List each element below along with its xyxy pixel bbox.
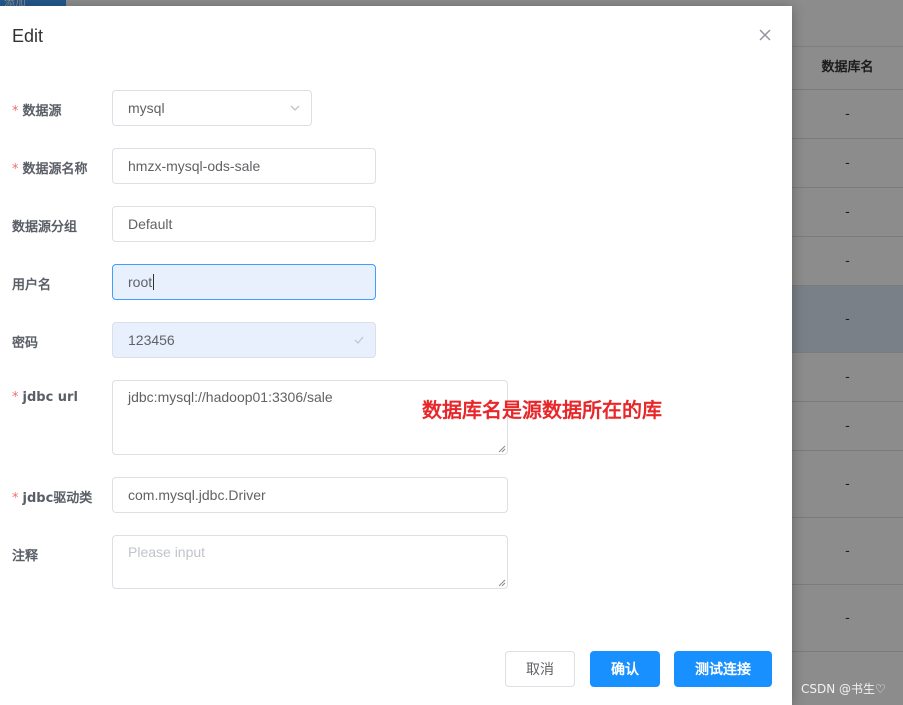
label-text: 注释 bbox=[12, 549, 39, 564]
comment-placeholder: Please input bbox=[128, 544, 206, 560]
label-text: 数据源名称 bbox=[22, 162, 88, 177]
resize-handle-icon[interactable] bbox=[498, 579, 506, 587]
jdbc-url-value: jdbc:mysql://hadoop01:3306/sale bbox=[128, 389, 333, 405]
label-username: 用户名 bbox=[12, 274, 51, 293]
confirm-button-label: 确认 bbox=[611, 662, 639, 678]
datasource-name-input[interactable]: hmzx-mysql-ods-sale bbox=[112, 148, 376, 184]
label-text: 用户名 bbox=[12, 278, 52, 293]
text-cursor bbox=[153, 274, 155, 290]
label-datasource-name: * 数据源名称 bbox=[12, 158, 88, 177]
check-icon bbox=[354, 336, 364, 344]
label-text: 密码 bbox=[12, 336, 39, 351]
close-icon[interactable] bbox=[756, 26, 774, 44]
required-mark: * bbox=[12, 162, 19, 177]
annotation-note: 数据库名是源数据所在的库 bbox=[422, 398, 662, 422]
label-text: 数据源 bbox=[22, 104, 62, 119]
test-connection-button-label: 测试连接 bbox=[695, 662, 751, 678]
required-mark: * bbox=[12, 491, 19, 506]
test-connection-button[interactable]: 测试连接 bbox=[674, 651, 772, 687]
label-password: 密码 bbox=[12, 332, 38, 351]
password-input[interactable]: 123456 bbox=[112, 322, 376, 358]
edit-dialog: Edit * 数据源 mysql * 数据源名称 hmzx-mysql-ods-sa… bbox=[0, 6, 792, 705]
username-value: root bbox=[128, 274, 153, 290]
label-jdbc-driver: * jdbc驱动类 bbox=[12, 487, 92, 506]
label-datasource-group: 数据源分组 bbox=[12, 216, 77, 235]
watermark: CSDN @书生♡ bbox=[801, 682, 886, 696]
label-datasource: * 数据源 bbox=[12, 100, 62, 119]
dialog-title: Edit bbox=[12, 26, 44, 46]
label-text: 数据源分组 bbox=[12, 220, 78, 235]
datasource-select[interactable]: mysql bbox=[112, 90, 312, 126]
label-jdbc-url: * jdbc url bbox=[12, 390, 78, 405]
datasource-name-value: hmzx-mysql-ods-sale bbox=[128, 158, 261, 174]
username-input[interactable]: root bbox=[112, 264, 376, 300]
required-mark: * bbox=[12, 104, 19, 119]
comment-textarea[interactable]: Please input bbox=[112, 535, 508, 589]
password-value: 123456 bbox=[128, 332, 175, 348]
label-text: jdbc url bbox=[22, 390, 78, 405]
datasource-value: mysql bbox=[128, 100, 165, 116]
jdbc-driver-input[interactable]: com.mysql.jdbc.Driver bbox=[112, 477, 508, 513]
confirm-button[interactable]: 确认 bbox=[590, 651, 660, 687]
required-mark: * bbox=[12, 390, 19, 405]
cancel-button-label: 取消 bbox=[526, 662, 554, 678]
resize-handle-icon[interactable] bbox=[498, 445, 506, 453]
label-comment: 注释 bbox=[12, 545, 38, 564]
cancel-button[interactable]: 取消 bbox=[505, 651, 575, 687]
chevron-down-icon bbox=[290, 105, 300, 111]
jdbc-driver-value: com.mysql.jdbc.Driver bbox=[128, 487, 266, 503]
datasource-group-input[interactable]: Default bbox=[112, 206, 376, 242]
datasource-group-value: Default bbox=[128, 216, 173, 232]
label-text: jdbc驱动类 bbox=[22, 491, 93, 506]
